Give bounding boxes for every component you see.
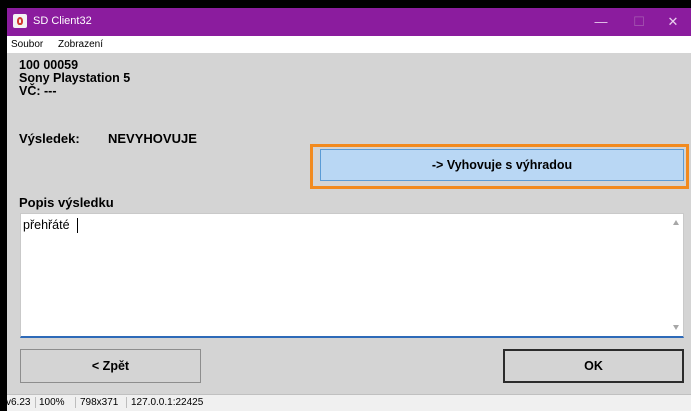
status-separator bbox=[35, 397, 36, 408]
status-address: 127.0.0.1:22425 bbox=[131, 397, 204, 408]
main-content: 100 00059 Sony Playstation 5 VČ: --- Výs… bbox=[7, 53, 691, 386]
app-logo-icon bbox=[13, 14, 27, 28]
back-button[interactable]: < Zpět bbox=[20, 349, 201, 383]
menu-bar: Soubor Zobrazení bbox=[7, 36, 691, 53]
text-caret bbox=[77, 218, 78, 233]
app-window: SD Client32 — ☐ ✕ Soubor Zobrazení 100 0… bbox=[6, 8, 691, 411]
window-title: SD Client32 bbox=[33, 15, 92, 27]
status-version: v6.23 bbox=[6, 397, 31, 408]
ok-button[interactable]: OK bbox=[503, 349, 684, 383]
accept-with-reservation-button[interactable]: -> Vyhovuje s výhradou bbox=[320, 149, 684, 181]
status-bar: v6.23 100% 798x371 127.0.0.1:22425 bbox=[6, 394, 691, 411]
maximize-icon[interactable]: ☐ bbox=[621, 8, 657, 36]
close-icon[interactable]: ✕ bbox=[655, 8, 691, 36]
scroll-up-icon[interactable] bbox=[673, 220, 679, 225]
scroll-down-icon[interactable] bbox=[673, 325, 679, 330]
menu-item-soubor[interactable]: Soubor bbox=[11, 39, 43, 50]
minimize-icon[interactable]: — bbox=[583, 8, 619, 36]
result-value: NEVYHOVUJE bbox=[108, 131, 197, 146]
status-separator bbox=[75, 397, 76, 408]
device-name: Sony Playstation 5 bbox=[19, 71, 131, 85]
title-bar: SD Client32 — ☐ ✕ bbox=[7, 8, 691, 36]
status-zoom: 100% bbox=[39, 397, 65, 408]
description-label: Popis výsledku bbox=[19, 195, 114, 210]
status-resolution: 798x371 bbox=[80, 397, 119, 408]
device-serial: VČ: --- bbox=[19, 84, 57, 98]
status-separator bbox=[126, 397, 127, 408]
menu-item-zobrazeni[interactable]: Zobrazení bbox=[58, 39, 103, 50]
device-id: 100 00059 bbox=[19, 58, 79, 72]
result-label: Výsledek: bbox=[19, 131, 80, 146]
description-textarea[interactable]: přehřáté bbox=[20, 213, 684, 338]
description-text: přehřáté bbox=[23, 218, 70, 232]
